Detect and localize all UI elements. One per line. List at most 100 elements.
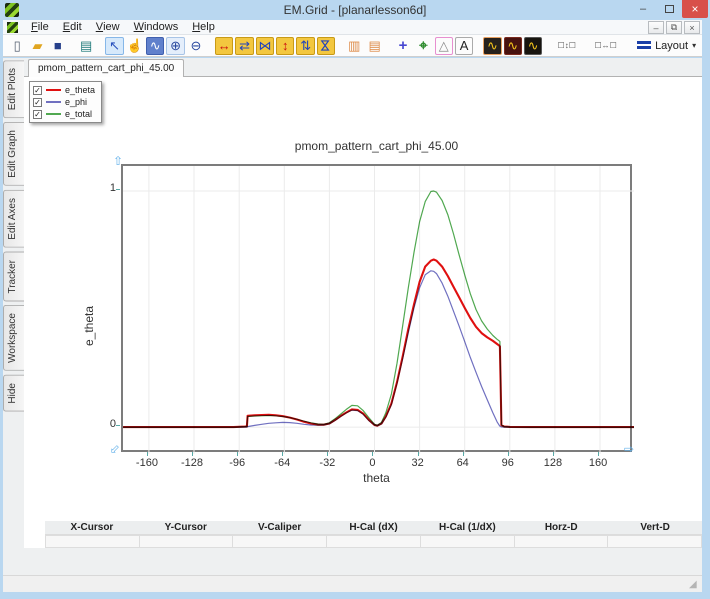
sidebar-tab-edit-axes[interactable]: Edit Axes: [3, 190, 24, 248]
readout-value: [421, 535, 515, 548]
maximize-button[interactable]: [656, 0, 682, 18]
legend-label: e_theta: [65, 85, 95, 95]
save-icon[interactable]: ■: [49, 37, 67, 55]
graph-style-red-icon: ∿: [507, 39, 518, 52]
legend-checkbox-e_phi[interactable]: ✓: [33, 98, 42, 107]
mdi-child-icon[interactable]: [7, 22, 18, 33]
shrink-y-icon[interactable]: ⇅: [296, 37, 314, 55]
new-file-icon[interactable]: ▯: [8, 37, 26, 55]
x-tick-label: 64: [441, 457, 485, 469]
window-controls: – ×: [630, 0, 708, 18]
text-tool-icon: A: [460, 39, 469, 52]
print-icon: ▤: [80, 39, 92, 52]
sidebar-tab-edit-plots[interactable]: Edit Plots: [3, 60, 24, 118]
pan-hand-icon: ☝: [127, 39, 143, 52]
x-tick-mark: [372, 452, 373, 456]
window-title: EM.Grid - [planarlesson6d]: [0, 3, 710, 17]
layout-label: Layout: [655, 40, 688, 52]
select-arrow-icon: ↖: [109, 39, 120, 52]
fit-y-icon[interactable]: ⋈: [317, 37, 335, 55]
x-tick-label: 160: [576, 457, 620, 469]
fit-x-icon[interactable]: ⋈: [256, 37, 274, 55]
resize-grip-icon[interactable]: ◢: [689, 579, 701, 591]
new-file-icon: ▯: [14, 39, 21, 52]
sidebar-tab-tracker[interactable]: Tracker: [3, 252, 24, 302]
mdi-window-controls: –⧉×: [648, 21, 700, 34]
equalize-vertical-icon: ☐↕☐: [558, 42, 576, 50]
maximize-icon: [665, 5, 674, 13]
chevron-down-icon: ▾: [692, 41, 696, 50]
curve-e_phi: [124, 271, 634, 427]
readout-value: [45, 535, 140, 548]
readout-value: [515, 535, 609, 548]
document-tab-bar: pmom_pattern_cart_phi_45.00: [24, 58, 702, 77]
shrink-x-icon[interactable]: ⇄: [235, 37, 253, 55]
sidebar-tab-hide[interactable]: Hide: [3, 375, 24, 412]
print-icon[interactable]: ▤: [77, 37, 95, 55]
zoom-out-icon[interactable]: ⊖: [187, 37, 205, 55]
zoom-in-icon[interactable]: ⊕: [166, 37, 184, 55]
mdi-minimize-button[interactable]: –: [648, 21, 664, 34]
chart-svg: [123, 166, 634, 454]
split-horizontal-icon[interactable]: ▤: [366, 37, 384, 55]
copy-graph-icon[interactable]: ∿: [483, 37, 501, 55]
y-axis-drag-handle-icon[interactable]: ⇧: [113, 155, 123, 167]
crosshair-icon: +: [399, 38, 408, 53]
expand-y-icon[interactable]: ↕: [276, 37, 294, 55]
minimize-button[interactable]: –: [630, 0, 656, 18]
copy-graph-icon: ∿: [487, 39, 498, 52]
menu-file[interactable]: File: [24, 20, 56, 34]
sidebar-tab-edit-graph[interactable]: Edit Graph: [3, 122, 24, 186]
content-area: Edit Plots Edit Graph Edit Axes Tracker Work…: [3, 58, 702, 575]
menu-edit[interactable]: Edit: [56, 20, 89, 34]
select-arrow-icon[interactable]: ↖: [105, 37, 123, 55]
legend-checkbox-e_theta[interactable]: ✓: [33, 86, 42, 95]
equalize-horizontal-icon[interactable]: ☐↔☐: [591, 37, 620, 55]
mdi-restore-button[interactable]: ⧉: [666, 21, 682, 34]
menu-help[interactable]: Help: [185, 20, 222, 34]
x-tick-label: -128: [170, 457, 214, 469]
legend-line-swatch: [46, 101, 61, 103]
crosshair-icon[interactable]: +: [394, 37, 412, 55]
readout-value: [233, 535, 327, 548]
x-tick-label: 128: [531, 457, 575, 469]
pan-hand-icon[interactable]: ☝: [126, 37, 144, 55]
x-tick-mark: [147, 452, 148, 456]
plot-axes[interactable]: [121, 164, 632, 452]
graph-style-dark-icon[interactable]: ∿: [524, 37, 542, 55]
menu-windows[interactable]: Windows: [127, 20, 186, 34]
x-tick-mark: [282, 452, 283, 456]
readout-value: [608, 535, 702, 548]
x-tick-label: 32: [396, 457, 440, 469]
axes-tool-icon: ⌖: [419, 38, 427, 53]
x-axis-drag-handle-icon[interactable]: ⇨: [624, 443, 634, 455]
x-tick-label: -64: [260, 457, 304, 469]
tab-pmom-pattern[interactable]: pmom_pattern_cart_phi_45.00: [28, 59, 184, 77]
readout-header-h-cal-1-dx-: H-Cal (1/dX): [420, 521, 514, 534]
graph-style-red-icon[interactable]: ∿: [504, 37, 522, 55]
text-tool-icon[interactable]: A: [455, 37, 473, 55]
title-bar: EM.Grid - [planarlesson6d] – ×: [0, 0, 710, 20]
curve-e_theta: [124, 260, 634, 428]
x-tick-mark: [237, 452, 238, 456]
open-folder-icon[interactable]: ▰: [28, 37, 46, 55]
equalize-vertical-icon[interactable]: ☐↕☐: [552, 37, 581, 55]
menu-view[interactable]: View: [89, 20, 127, 34]
toolbar: ▯▰■▤↖☝∿⊕⊖↔⇄⋈↕⇅⋈▥▤+⌖△A∿∿∿☐↕☐☐↔☐Layout▾: [3, 35, 702, 57]
x-tick-mark: [463, 452, 464, 456]
zoom-region-icon[interactable]: ∿: [146, 37, 164, 55]
axes-tool-icon[interactable]: ⌖: [414, 37, 432, 55]
expand-x-icon[interactable]: ↔: [215, 37, 233, 55]
x-tick-mark: [192, 452, 193, 456]
zoom-in-icon: ⊕: [170, 39, 181, 52]
mdi-close-button[interactable]: ×: [684, 21, 700, 34]
menu-bar: FileEditViewWindowsHelp –⧉×: [3, 20, 702, 35]
triangle-tool-icon[interactable]: △: [435, 37, 453, 55]
readout-value: [140, 535, 234, 548]
shrink-y-icon: ⇅: [300, 39, 311, 52]
split-vertical-icon[interactable]: ▥: [345, 37, 363, 55]
legend-checkbox-e_total[interactable]: ✓: [33, 110, 42, 119]
sidebar-tab-workspace[interactable]: Workspace: [3, 305, 24, 371]
close-button[interactable]: ×: [682, 0, 708, 18]
layout-button[interactable]: Layout ▾: [631, 38, 702, 54]
